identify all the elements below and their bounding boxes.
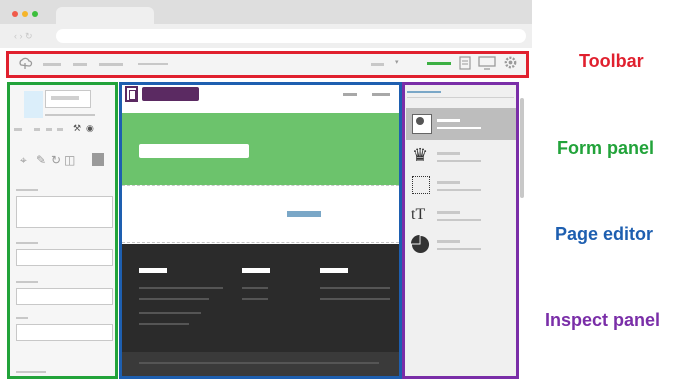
- toolbar-highlight: [6, 51, 529, 78]
- nav-arrows-icon[interactable]: ‹ › ↻: [14, 29, 33, 43]
- url-input[interactable]: [56, 29, 526, 43]
- inspect-panel-highlight: [402, 82, 519, 379]
- inspect-panel-label: Inspect panel: [545, 310, 661, 330]
- form-panel-highlight: [7, 82, 118, 379]
- close-window-icon[interactable]: [12, 11, 18, 17]
- inspect-scrollbar[interactable]: [520, 98, 524, 198]
- maximize-window-icon[interactable]: [32, 11, 38, 17]
- browser-tab[interactable]: [56, 7, 154, 24]
- page-editor-label: Page editor: [555, 224, 654, 244]
- minimize-window-icon[interactable]: [22, 11, 28, 17]
- toolbar-label: Toolbar: [579, 51, 644, 71]
- page-editor-highlight: [119, 82, 402, 379]
- form-panel-label: Form panel: [557, 138, 655, 158]
